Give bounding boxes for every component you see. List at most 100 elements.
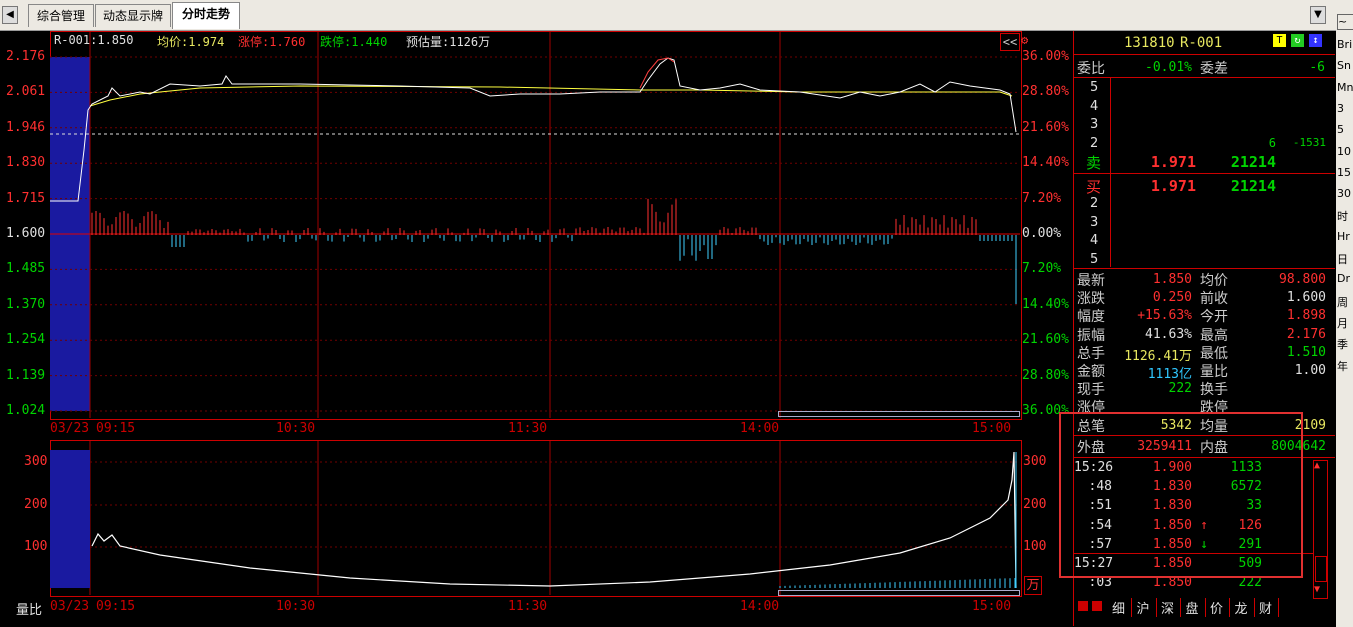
scroll-down-icon[interactable]: ▼ xyxy=(1314,584,1320,595)
vol-tick-100: 100 xyxy=(24,539,48,554)
switch-icon[interactable]: ↕ xyxy=(1309,34,1322,47)
volume-chart-frame xyxy=(50,440,1022,597)
period-button[interactable]: Hr xyxy=(1337,230,1353,243)
stat-value: 1.898 xyxy=(1286,308,1326,324)
date-label-lower: 03/23 xyxy=(50,599,90,614)
scrollbar-upper[interactable] xyxy=(778,411,1020,417)
volume-auction-zone xyxy=(50,450,90,588)
time-1030: 10:30 xyxy=(276,421,316,436)
time-1130-lower: 11:30 xyxy=(508,599,548,614)
weicha-label: 委差 xyxy=(1200,61,1228,77)
sell1-volume: 21214 xyxy=(1230,153,1276,171)
period-button[interactable]: 10 xyxy=(1337,145,1353,158)
buy-level: 3 xyxy=(1090,214,1099,230)
stat-label: 最高 xyxy=(1200,327,1228,344)
tab-prev-icon[interactable] xyxy=(1078,601,1088,611)
period-button[interactable]: 5 xyxy=(1337,123,1353,136)
period-button[interactable]: 15 xyxy=(1337,166,1353,179)
stat-label: 总手 xyxy=(1077,345,1105,362)
sell2-diff: -1531 xyxy=(1292,136,1326,149)
buy1-label: 买 xyxy=(1086,178,1102,196)
period-toolbar: ~ Bri Sn Mn 3 5 10 15 30 时 Hr 日 Dr 周月季年 xyxy=(1336,0,1353,627)
period-button[interactable]: 日 xyxy=(1337,251,1353,267)
scroll-thumb[interactable] xyxy=(1315,556,1327,582)
stat-value: 1.600 xyxy=(1286,290,1326,306)
refresh-icon[interactable]: ↻ xyxy=(1291,34,1304,47)
bottom-tab[interactable]: 财 xyxy=(1259,598,1280,617)
stat-value: 1.850 xyxy=(1152,272,1192,287)
stat-value: 98.800 xyxy=(1279,272,1326,287)
stat-value: 1.00 xyxy=(1294,363,1326,378)
stat-value: 1126.41万 xyxy=(1124,348,1192,364)
sell-level: 5 xyxy=(1090,80,1099,95)
stock-code: 131810 xyxy=(1124,35,1175,51)
buy-level: 5 xyxy=(1090,251,1099,267)
period-button[interactable]: 时 xyxy=(1337,208,1353,224)
stat-label: 现手 xyxy=(1077,382,1105,399)
time-1400: 14:00 xyxy=(740,421,780,436)
stat-label: 换手 xyxy=(1200,382,1228,399)
period-button[interactable]: 季 xyxy=(1337,336,1353,352)
time-1500-lower: 15:00 xyxy=(972,599,1012,614)
bottom-tab[interactable]: 盘 xyxy=(1186,598,1206,617)
sell2-volume: 6 xyxy=(1268,136,1276,150)
bottom-tab[interactable]: 沪 xyxy=(1137,598,1157,617)
tab-next-icon[interactable] xyxy=(1092,601,1102,611)
scrollbar-lower[interactable] xyxy=(778,590,1020,596)
stat-label: 最低 xyxy=(1200,345,1228,362)
highlight-box xyxy=(1059,412,1303,578)
time-0915-lower: 09:15 xyxy=(96,599,136,614)
stat-value: 0.250 xyxy=(1152,290,1192,306)
bottom-tab[interactable]: 深 xyxy=(1161,598,1182,617)
stat-value: 222 xyxy=(1168,381,1192,397)
stat-label: 振幅 xyxy=(1077,327,1105,344)
sell-level: 2 xyxy=(1090,135,1099,151)
buy1-price: 1.971 xyxy=(1150,177,1196,195)
chart-icon[interactable]: ~ xyxy=(1337,14,1353,30)
stat-label: 金额 xyxy=(1077,364,1105,380)
buy1-volume: 21214 xyxy=(1230,177,1276,195)
sell-level: 3 xyxy=(1090,117,1099,132)
period-button[interactable]: Bri xyxy=(1337,38,1353,51)
stat-label: 最新 xyxy=(1077,273,1105,289)
bottom-tab[interactable]: 龙 xyxy=(1235,598,1255,617)
price-line xyxy=(50,57,1017,202)
period-button[interactable]: Dr xyxy=(1337,272,1353,285)
stock-name: R-001 xyxy=(1180,35,1223,51)
t-icon[interactable]: T xyxy=(1273,34,1286,47)
bottom-tab[interactable]: 价 xyxy=(1210,598,1231,617)
time-1130: 11:30 xyxy=(508,421,548,436)
stat-label: 涨跌 xyxy=(1077,291,1105,308)
period-button[interactable]: 年 xyxy=(1337,358,1353,374)
vol-tick-200: 200 xyxy=(24,497,48,512)
stat-value: 1113亿 xyxy=(1147,367,1192,382)
date-label: 03/23 xyxy=(50,421,90,436)
stat-label: 幅度 xyxy=(1077,309,1105,326)
scroll-up-icon[interactable]: ▲ xyxy=(1314,460,1320,471)
stat-value: +15.63% xyxy=(1137,308,1192,324)
period-button[interactable]: 月 xyxy=(1337,315,1353,331)
stat-label: 均价 xyxy=(1200,273,1228,289)
vol-tick-300-right: 300 xyxy=(1023,454,1047,469)
volume-ratio-label: 量比 xyxy=(16,603,43,618)
price-bars xyxy=(91,198,1017,304)
stat-label: 今开 xyxy=(1200,309,1228,326)
period-button[interactable]: 30 xyxy=(1337,187,1353,200)
time-0915: 09:15 xyxy=(96,421,136,436)
period-button[interactable]: Sn xyxy=(1337,59,1353,72)
period-button[interactable]: 3 xyxy=(1337,102,1353,115)
avg-price-line xyxy=(89,85,1013,107)
stat-label: 量比 xyxy=(1200,364,1228,380)
sell1-price: 1.971 xyxy=(1150,153,1196,171)
weibi-value: -0.01% xyxy=(1145,60,1192,75)
stat-value: 1.510 xyxy=(1286,344,1326,360)
period-button[interactable]: 周 xyxy=(1337,294,1353,310)
vol-tick-300: 300 xyxy=(24,454,48,469)
weibi-label: 委比 xyxy=(1077,61,1105,77)
sell-level: 4 xyxy=(1090,98,1099,114)
bottom-tab[interactable]: 细 xyxy=(1112,598,1133,617)
unit-label: 万 xyxy=(1024,576,1042,595)
stat-value: 2.176 xyxy=(1286,326,1326,342)
vol-tick-100-right: 100 xyxy=(1023,539,1047,554)
period-button[interactable]: Mn xyxy=(1337,81,1353,94)
